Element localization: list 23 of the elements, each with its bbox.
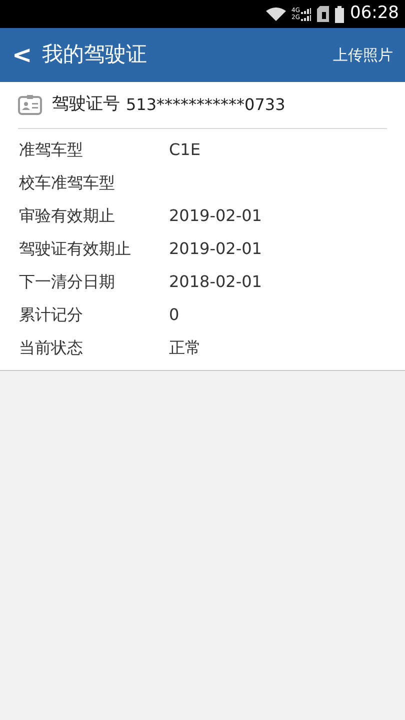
field-value: 正常 xyxy=(169,336,201,358)
field-label: 驾驶证有效期止 xyxy=(19,238,132,260)
id-card-icon xyxy=(18,95,42,115)
license-label: 驾驶证号 xyxy=(52,93,120,116)
field-value: 0 xyxy=(169,304,180,326)
field-label: 准驾车型 xyxy=(19,138,84,160)
sim-card-icon xyxy=(317,6,329,22)
battery-icon xyxy=(335,6,344,22)
field-value: C1E xyxy=(169,138,200,160)
field-label: 下一清分日期 xyxy=(19,270,116,292)
upload-photo-button[interactable]: 上传照片 xyxy=(333,44,393,66)
field-label: 当前状态 xyxy=(19,336,84,358)
field-label: 校车准驾车型 xyxy=(19,172,116,194)
page-title: 我的驾驶证 xyxy=(42,41,148,68)
field-value: 2018-02-01 xyxy=(169,270,262,292)
field-value: 2019-02-01 xyxy=(169,238,262,260)
wifi-icon xyxy=(266,7,286,21)
status-time: 06:28 xyxy=(350,2,399,26)
field-label: 累计记分 xyxy=(19,304,84,326)
field-value: 2019-02-01 xyxy=(169,204,262,226)
back-button[interactable]: < xyxy=(12,43,32,67)
license-number: 513***********0733 xyxy=(126,94,286,116)
field-label: 审验有效期止 xyxy=(19,204,116,226)
